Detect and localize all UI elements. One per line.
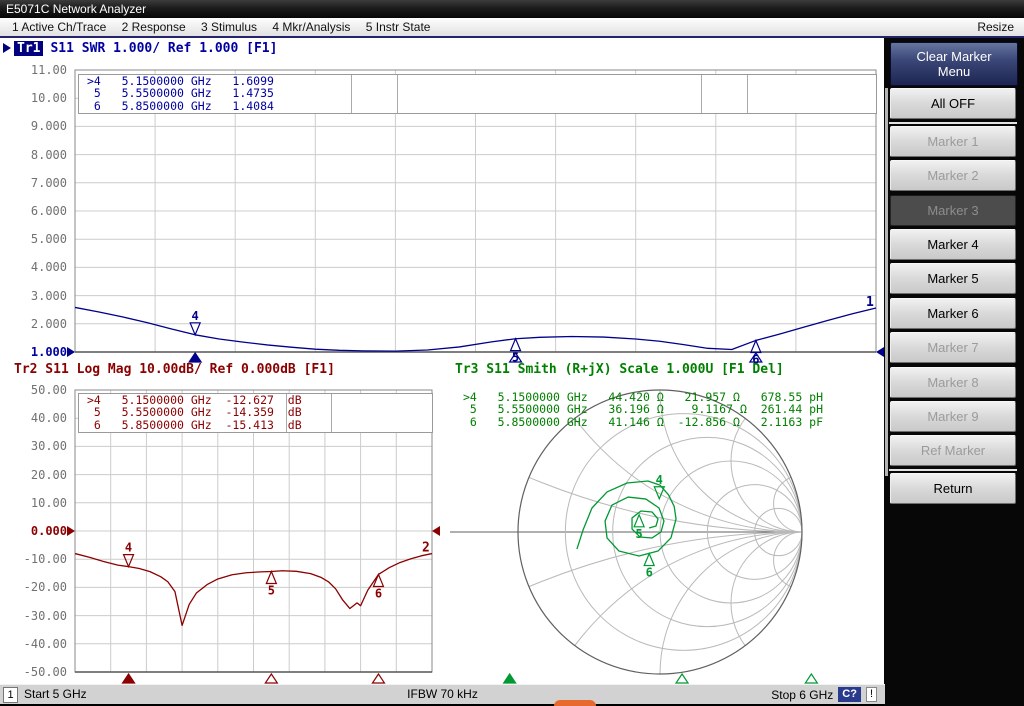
- tr1-ytick: 10.00: [9, 91, 67, 105]
- start-frequency-label: Start 5 GHz: [24, 687, 87, 701]
- tr2-ytick: -40.00: [9, 637, 67, 651]
- tr2-ytick: 20.00: [9, 468, 67, 482]
- tr2-header: Tr2 S11 Log Mag 10.00dB/ Ref 0.000dB [F1…: [14, 362, 335, 377]
- tr1-ytick: 5.000: [9, 232, 67, 246]
- tr1-title: S11 SWR 1.000/ Ref 1.000 [F1]: [50, 41, 277, 56]
- tr2-ytick: 0.000: [9, 524, 67, 538]
- softkey-separator: [889, 122, 1017, 124]
- instrument-screen: [0, 38, 884, 684]
- marker-table-row: 5 5.5500000 GHz 36.196 Ω 9.1167 Ω 261.44…: [455, 403, 875, 415]
- softkey-marker-6[interactable]: Marker 6: [890, 298, 1016, 329]
- tr2-ytick: 10.00: [9, 496, 67, 510]
- table-divider: [747, 75, 748, 113]
- tr2-ytick: -30.00: [9, 609, 67, 623]
- menu-item-active-ch-trace[interactable]: 1 Active Ch/Trace: [12, 18, 106, 36]
- ifbw-label: IFBW 70 kHz: [0, 687, 885, 701]
- tr1-ytick: 11.00: [9, 63, 67, 77]
- tr1-header: Tr1 S11 SWR 1.000/ Ref 1.000 [F1]: [14, 41, 277, 56]
- marker-table-row: 5 5.5500000 GHz -14.359 dB: [79, 406, 432, 418]
- table-divider: [701, 75, 702, 113]
- title-bar: E5071C Network Analyzer: [0, 0, 1024, 18]
- menu-item-resize[interactable]: Resize: [977, 18, 1014, 36]
- tr1-ytick: 7.000: [9, 176, 67, 190]
- tr2-ytick: 30.00: [9, 439, 67, 453]
- table-divider: [331, 394, 332, 432]
- status-bar: 1 IFBW 70 kHz Start 5 GHz Stop 6 GHz C? …: [0, 684, 885, 704]
- window-title: E5071C Network Analyzer: [6, 2, 146, 16]
- tr1-ytick: 9.000: [9, 119, 67, 133]
- table-divider: [397, 75, 398, 113]
- tr1-ytick: 3.000: [9, 289, 67, 303]
- taskbar-peek-icon: [554, 700, 596, 706]
- tr2-ytick: -20.00: [9, 580, 67, 594]
- menu-item-mkr-analysis[interactable]: 4 Mkr/Analysis: [272, 18, 350, 36]
- tr1-ytick: 4.000: [9, 260, 67, 274]
- tr1-ytick: 8.000: [9, 148, 67, 162]
- tr3-header: Tr3 S11 Smith (R+jX) Scale 1.000U [F1 De…: [455, 362, 784, 377]
- softkey-ref-marker[interactable]: Ref Marker: [890, 435, 1016, 466]
- tr1-ytick: 2.000: [9, 317, 67, 331]
- menu-underline: [0, 36, 1024, 38]
- softkey-strip: [885, 88, 888, 476]
- tr2-ytick: 40.00: [9, 411, 67, 425]
- marker-table-row: 6 5.8500000 GHz 1.4084: [79, 100, 876, 112]
- softkey-marker-7[interactable]: Marker 7: [890, 332, 1016, 363]
- tr1-marker-table: >4 5.1500000 GHz 1.6099 5 5.5500000 GHz …: [78, 74, 877, 114]
- softkey-title-line2: Menu: [938, 64, 971, 79]
- softkey-marker-5[interactable]: Marker 5: [890, 263, 1016, 294]
- softkey-marker-4[interactable]: Marker 4: [890, 229, 1016, 260]
- correction-status-badge: C?: [838, 687, 861, 702]
- softkey-marker-3[interactable]: Marker 3: [890, 195, 1016, 226]
- tr2-marker-table: >4 5.1500000 GHz -12.627 dB 5 5.5500000 …: [78, 393, 433, 433]
- tr1-ytick: 6.000: [9, 204, 67, 218]
- softkey-menu-title: Clear Marker Menu: [890, 42, 1018, 86]
- marker-table-row: 6 5.8500000 GHz -15.413 dB: [79, 419, 432, 431]
- softkey-title-line1: Clear Marker: [916, 49, 991, 64]
- softkey-marker-2[interactable]: Marker 2: [890, 160, 1016, 191]
- softkey-marker-1[interactable]: Marker 1: [890, 126, 1016, 157]
- softkey-sidebar: Clear Marker Menu All OFFMarker 1Marker …: [884, 38, 1024, 706]
- warning-badge: !: [866, 687, 877, 702]
- tr1-badge: Tr1: [14, 41, 43, 56]
- tr3-marker-table: >4 5.1500000 GHz 44.420 Ω 21.957 Ω 678.5…: [455, 391, 875, 431]
- marker-table-row: 5 5.5500000 GHz 1.4735: [79, 87, 876, 99]
- marker-table-row: 6 5.8500000 GHz 41.146 Ω -12.856 Ω 2.116…: [455, 416, 875, 428]
- table-divider: [351, 75, 352, 113]
- tr2-ytick: 50.00: [9, 383, 67, 397]
- active-trace-arrow-icon: [3, 43, 11, 53]
- softkey-all-off[interactable]: All OFF: [890, 88, 1016, 119]
- menu-item-stimulus[interactable]: 3 Stimulus: [201, 18, 257, 36]
- tr2-ytick: -50.00: [9, 665, 67, 679]
- tr1-ytick: 1.000: [9, 345, 67, 359]
- softkey-marker-8[interactable]: Marker 8: [890, 367, 1016, 398]
- stop-frequency-label: Stop 6 GHz: [771, 688, 833, 702]
- menu-bar: 1 Active Ch/Trace 2 Response 3 Stimulus …: [0, 18, 1024, 37]
- menu-item-instr-state[interactable]: 5 Instr State: [366, 18, 431, 36]
- menu-item-response[interactable]: 2 Response: [122, 18, 186, 36]
- softkey-return[interactable]: Return: [890, 473, 1016, 504]
- softkey-marker-9[interactable]: Marker 9: [890, 401, 1016, 432]
- softkey-separator: [889, 469, 1017, 471]
- table-divider: [286, 394, 287, 432]
- tr2-ytick: -10.00: [9, 552, 67, 566]
